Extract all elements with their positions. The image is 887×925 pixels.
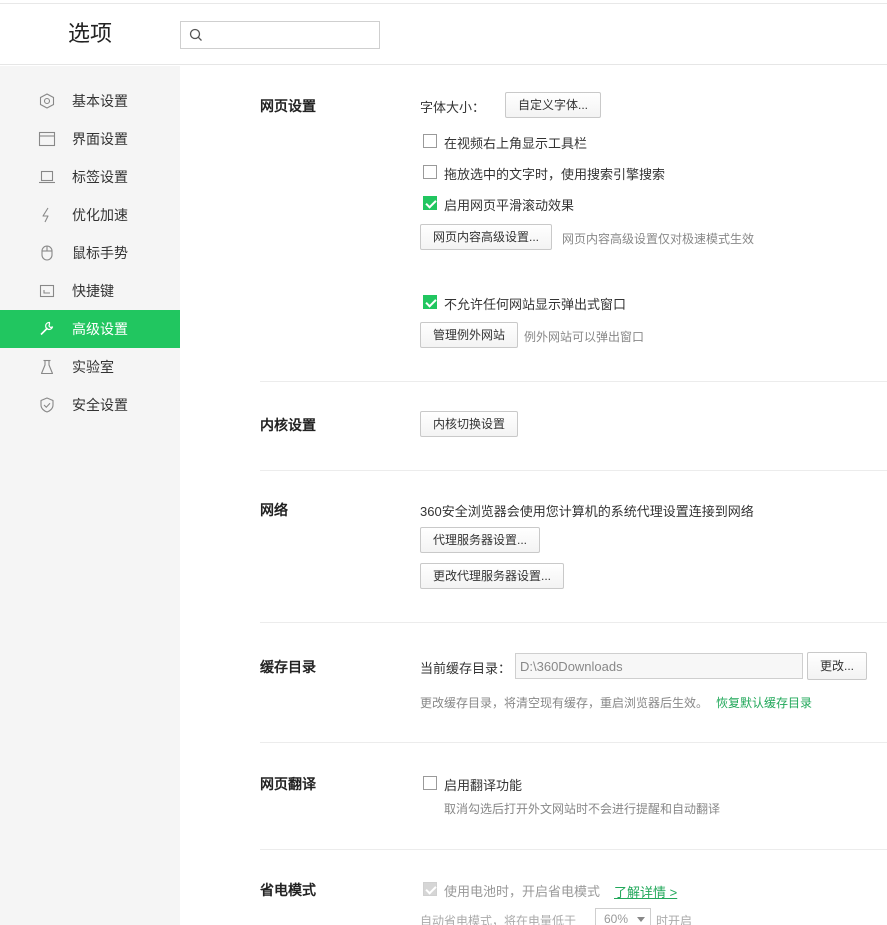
sidebar-item-shortcuts[interactable]: 快捷键 xyxy=(0,272,180,310)
sidebar-item-mouse-gestures[interactable]: 鼠标手势 xyxy=(0,234,180,272)
change-cache-button[interactable]: 更改... xyxy=(807,652,868,680)
proxy-settings-button[interactable]: 代理服务器设置... xyxy=(420,527,541,553)
font-size-label: 字体大小： xyxy=(420,100,486,115)
chevron-down-icon xyxy=(637,917,645,922)
sidebar-item-lab[interactable]: 实验室 xyxy=(0,348,180,386)
section-title-translate: 网页翻译 xyxy=(260,776,316,792)
enable-translate-label: 启用翻译功能 xyxy=(444,778,523,793)
auto-power-suffix: 时开启 xyxy=(656,914,693,925)
smooth-scroll-checkbox[interactable] xyxy=(423,196,437,210)
search-input[interactable] xyxy=(180,21,380,49)
auto-power-prefix: 自动省电模式，将在电量低于 xyxy=(420,914,577,925)
enable-translate-checkbox[interactable] xyxy=(423,776,437,790)
cache-hint: 更改缓存目录，将清空现有缓存，重启浏览器后生效。 xyxy=(420,696,709,710)
sidebar-item-label: 快捷键 xyxy=(72,283,114,299)
shield-icon xyxy=(40,397,54,413)
drag-search-label: 拖放选中的文字时，使用搜索引擎搜索 xyxy=(444,167,666,182)
tab-icon xyxy=(39,170,55,184)
sidebar-item-basic[interactable]: 基本设置 xyxy=(0,82,180,120)
gear-icon xyxy=(39,93,55,109)
video-toolbar-label: 在视频右上角显示工具栏 xyxy=(444,136,588,151)
sidebar-item-label: 安全设置 xyxy=(72,397,128,413)
mouse-icon xyxy=(41,245,53,261)
sidebar-item-label: 界面设置 xyxy=(72,131,128,147)
section-title-power-saving: 省电模式 xyxy=(260,882,316,898)
restore-default-cache-link[interactable]: 恢复默认缓存目录 xyxy=(716,694,812,711)
advanced-content-button[interactable]: 网页内容高级设置... xyxy=(420,224,553,250)
battery-saving-checkbox[interactable] xyxy=(423,882,437,896)
sidebar-item-label: 基本设置 xyxy=(72,93,128,109)
keyboard-icon xyxy=(39,284,55,298)
drag-search-checkbox[interactable] xyxy=(423,165,437,179)
sidebar-item-interface[interactable]: 界面设置 xyxy=(0,120,180,158)
section-title-kernel: 内核设置 xyxy=(260,417,316,433)
wrench-icon xyxy=(40,321,54,336)
video-toolbar-checkbox[interactable] xyxy=(423,134,437,148)
page-title: 选项 xyxy=(68,21,113,46)
change-proxy-button[interactable]: 更改代理服务器设置... xyxy=(420,563,565,589)
sidebar-item-label: 优化加速 xyxy=(72,207,128,223)
learn-more-link[interactable]: 了解详情 > xyxy=(614,882,677,901)
sidebar: 基本设置 界面设置 标签设置 优化加速 鼠标手势 快捷键 高级设置 实验室 安全… xyxy=(0,66,180,925)
sidebar-item-security[interactable]: 安全设置 xyxy=(0,386,180,424)
block-popups-checkbox[interactable] xyxy=(423,295,437,309)
sidebar-item-advanced[interactable]: 高级设置 xyxy=(0,310,180,348)
window-icon xyxy=(38,131,56,147)
battery-saving-label: 使用电池时，开启省电模式 xyxy=(444,884,601,899)
section-title-cache: 缓存目录 xyxy=(260,659,316,675)
cache-current-label: 当前缓存目录： xyxy=(420,661,512,676)
section-divider xyxy=(260,470,887,471)
sidebar-item-label: 标签设置 xyxy=(72,169,128,185)
header: 选项 xyxy=(0,4,887,65)
smooth-scroll-label: 启用网页平滑滚动效果 xyxy=(444,198,575,213)
advanced-content-hint: 网页内容高级设置仅对极速模式生效 xyxy=(562,232,755,246)
sidebar-item-label: 鼠标手势 xyxy=(72,245,128,261)
translate-hint: 取消勾选后打开外文网站时不会进行提醒和自动翻译 xyxy=(444,802,721,816)
search-icon xyxy=(189,28,202,41)
custom-font-button[interactable]: 自定义字体... xyxy=(505,92,602,118)
kernel-switch-button[interactable]: 内核切换设置 xyxy=(420,411,519,437)
section-title-webpage: 网页设置 xyxy=(260,98,316,114)
sidebar-item-optimize[interactable]: 优化加速 xyxy=(0,196,180,234)
section-divider xyxy=(260,381,887,382)
section-divider xyxy=(260,622,887,623)
network-description: 360安全浏览器会使用您计算机的系统代理设置连接到网络 xyxy=(420,504,754,519)
lightning-icon xyxy=(42,207,49,223)
flask-icon xyxy=(40,359,54,375)
cache-path-field[interactable] xyxy=(515,653,803,679)
settings-panel: 网页设置 字体大小： 自定义字体... 在视频右上角显示工具栏 拖放选中的文字时… xyxy=(180,66,887,925)
sidebar-item-tabs[interactable]: 标签设置 xyxy=(0,158,180,196)
manage-exceptions-hint: 例外网站可以弹出窗口 xyxy=(524,330,645,344)
section-divider xyxy=(260,849,887,850)
battery-threshold-select[interactable]: 60% xyxy=(595,908,651,925)
section-title-network: 网络 xyxy=(260,502,288,518)
block-popups-label: 不允许任何网站显示弹出式窗口 xyxy=(444,297,627,312)
section-divider xyxy=(260,742,887,743)
sidebar-item-label: 高级设置 xyxy=(72,321,128,337)
sidebar-item-label: 实验室 xyxy=(72,359,114,375)
battery-threshold-value: 60% xyxy=(604,912,629,925)
manage-exceptions-button[interactable]: 管理例外网站 xyxy=(420,322,519,348)
